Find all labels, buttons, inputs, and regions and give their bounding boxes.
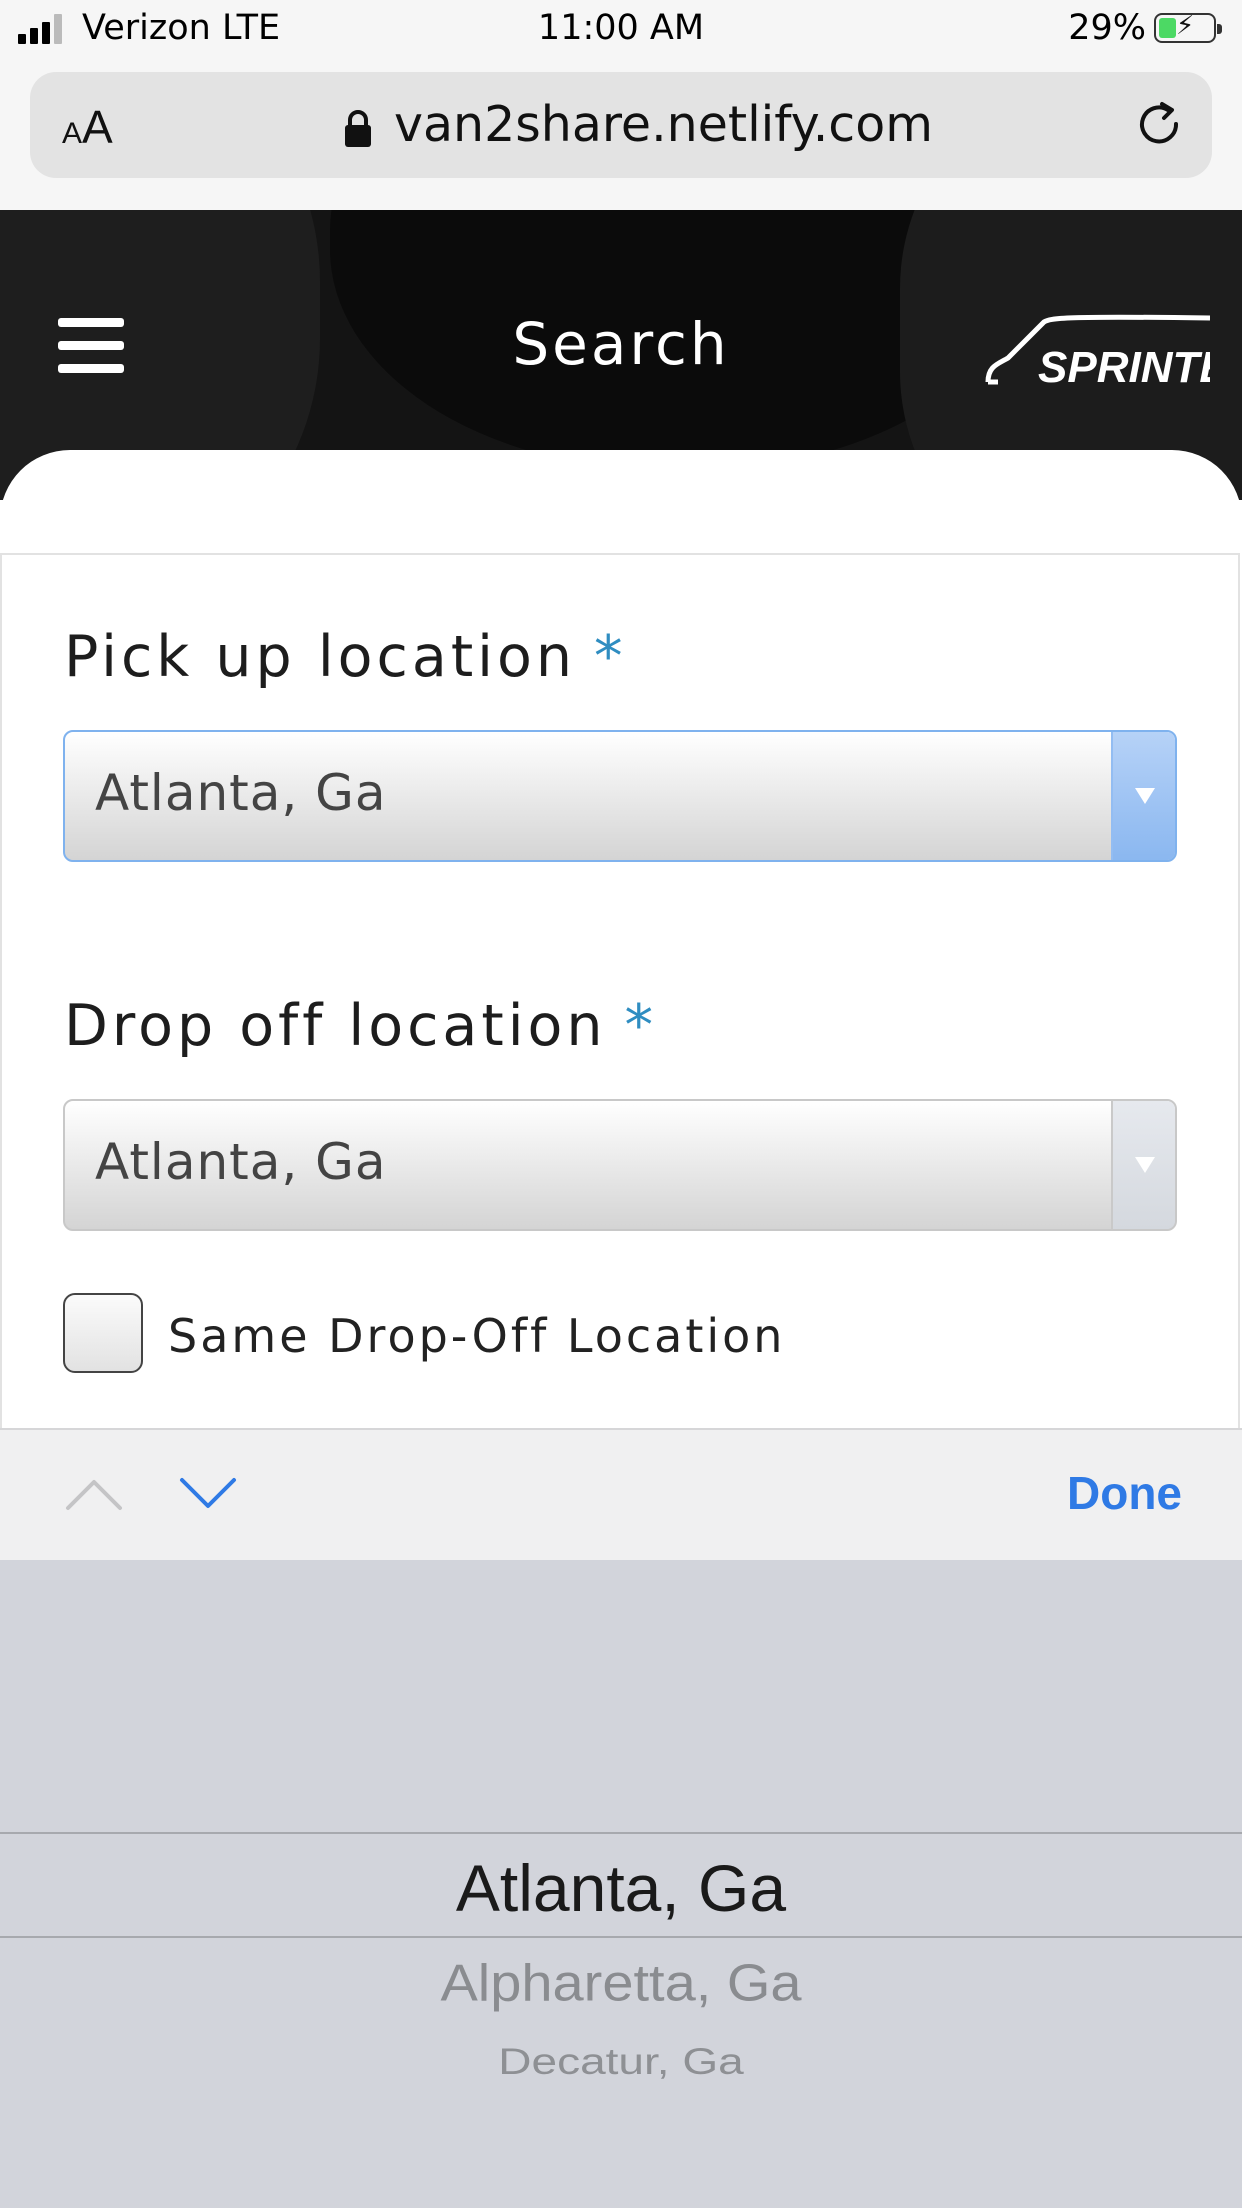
dropoff-location-value: Atlanta, Ga [95, 1133, 387, 1191]
url-text[interactable]: van2share.netlify.com [394, 96, 933, 153]
svg-text:SPRINTER: SPRINTER [1038, 343, 1210, 392]
battery-percent: 29% [1068, 8, 1146, 48]
dropdown-arrow-icon [1111, 732, 1175, 860]
picker-selection-bottom-line [0, 1936, 1242, 1938]
picker-option-selected[interactable]: Atlanta, Ga [0, 1850, 1242, 1926]
battery-charging-icon: ⚡ [1154, 11, 1222, 43]
content-card [0, 450, 1242, 570]
pickup-label: Pick up location * [64, 624, 627, 690]
text-size-button[interactable]: AA [62, 100, 113, 154]
picker-option[interactable]: Decatur, Ga [0, 2039, 1242, 2082]
browser-toolbar: AA van2share.netlify.com [0, 58, 1242, 210]
picker-option[interactable]: Alpharetta, Ga [0, 1953, 1242, 2013]
dropdown-arrow-icon [1111, 1101, 1175, 1229]
clock: 11:00 AM [537, 8, 705, 48]
sprinter-logo: SPRINTER [985, 314, 1210, 392]
status-bar: Verizon LTE 11:00 AM 29% ⚡ [0, 0, 1242, 58]
pickup-location-value: Atlanta, Ga [95, 764, 387, 822]
done-button[interactable]: Done [1067, 1466, 1182, 1520]
address-bar[interactable]: AA van2share.netlify.com [30, 72, 1212, 178]
next-field-chevron-down-icon[interactable] [178, 1474, 238, 1514]
picker-selection-top-line [0, 1832, 1242, 1834]
pickup-location-select[interactable]: Atlanta, Ga [63, 730, 1177, 862]
required-marker: * [624, 993, 658, 1059]
previous-field-chevron-up-icon[interactable] [64, 1474, 124, 1514]
form-accessory-bar: Done [0, 1428, 1242, 1560]
same-dropoff-checkbox[interactable] [63, 1293, 143, 1373]
dropoff-location-select[interactable]: Atlanta, Ga [63, 1099, 1177, 1231]
required-marker: * [594, 624, 627, 690]
dropoff-label: Drop off location * [64, 993, 658, 1059]
location-picker-wheel[interactable]: Atlanta, Ga Alpharetta, Ga Decatur, Ga [0, 1560, 1242, 2208]
lock-icon [345, 110, 371, 147]
reload-icon[interactable] [1132, 98, 1188, 154]
same-dropoff-label[interactable]: Same Drop-Off Location [168, 1309, 785, 1363]
